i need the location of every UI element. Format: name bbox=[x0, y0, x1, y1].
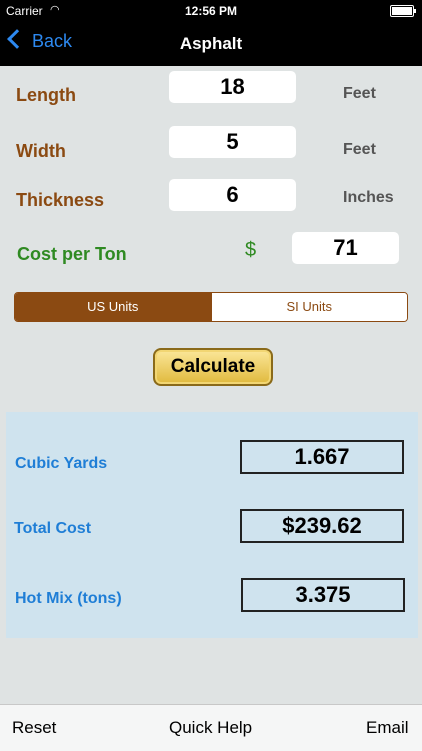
total-cost-value: $239.62 bbox=[240, 509, 404, 543]
units-segmented-control[interactable]: US Units SI Units bbox=[14, 292, 408, 322]
clock: 12:56 PM bbox=[184, 4, 238, 18]
calculate-button[interactable]: Calculate bbox=[153, 348, 273, 386]
results-panel: Cubic Yards 1.667 Total Cost $239.62 Hot… bbox=[6, 412, 418, 638]
thickness-field[interactable]: 6 bbox=[169, 179, 296, 211]
thickness-unit: Inches bbox=[343, 189, 394, 206]
dollar-sign: $ bbox=[245, 239, 257, 261]
status-bar: Carrier ◠ 12:56 PM bbox=[0, 0, 422, 22]
us-units-option[interactable]: US Units bbox=[15, 293, 211, 321]
width-unit: Feet bbox=[343, 141, 376, 158]
total-cost-label: Total Cost bbox=[14, 520, 92, 537]
hot-mix-value: 3.375 bbox=[241, 578, 405, 612]
cost-per-ton-label: Cost per Ton bbox=[17, 244, 127, 264]
email-button[interactable]: Email bbox=[366, 718, 409, 738]
hot-mix-label: Hot Mix (tons) bbox=[15, 590, 122, 607]
length-unit: Feet bbox=[343, 85, 376, 102]
page-title: Asphalt bbox=[179, 34, 243, 53]
cubic-yards-value: 1.667 bbox=[240, 440, 404, 474]
length-field[interactable]: 18 bbox=[169, 71, 296, 103]
top-bar: Carrier ◠ 12:56 PM Back Asphalt bbox=[0, 0, 422, 66]
length-label: Length bbox=[16, 85, 76, 105]
cost-per-ton-field[interactable]: 71 bbox=[292, 232, 399, 264]
battery-icon bbox=[390, 5, 416, 17]
width-field[interactable]: 5 bbox=[169, 126, 296, 158]
bottom-toolbar: Reset Quick Help Email bbox=[0, 704, 422, 751]
cubic-yards-label: Cubic Yards bbox=[15, 455, 108, 472]
reset-button[interactable]: Reset bbox=[12, 718, 56, 738]
thickness-label: Thickness bbox=[16, 190, 105, 210]
quick-help-button[interactable]: Quick Help bbox=[169, 718, 252, 738]
si-units-option[interactable]: SI Units bbox=[210, 293, 407, 321]
width-label: Width bbox=[16, 141, 66, 161]
